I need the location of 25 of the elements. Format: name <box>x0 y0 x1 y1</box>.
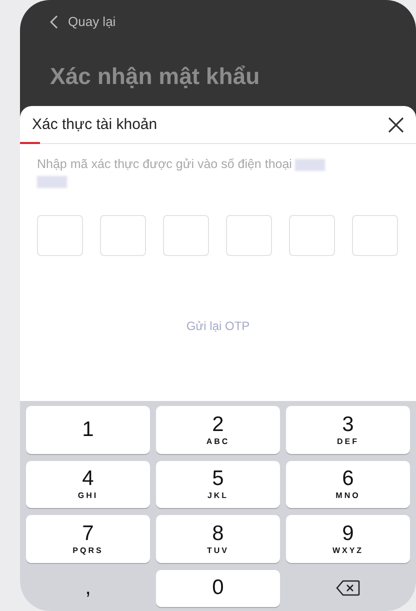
keypad-key[interactable]: 2 ABC <box>156 406 280 454</box>
otp-digit-field[interactable] <box>37 215 83 256</box>
keypad-key[interactable]: 4 GHI <box>26 460 150 508</box>
keypad-key[interactable]: 5 JKL <box>156 460 280 508</box>
otp-digit-field[interactable] <box>289 215 335 256</box>
keypad-key[interactable]: , <box>26 570 150 607</box>
back-icon <box>50 14 58 28</box>
keypad-key[interactable]: 1 <box>26 406 150 454</box>
keypad-key[interactable]: 3 DEF <box>286 406 410 454</box>
keypad-key[interactable]: 6 MNO <box>286 460 410 508</box>
sheet-title: Xác thực tài khoản <box>32 116 158 133</box>
otp-digit-field[interactable] <box>100 215 146 256</box>
back-button[interactable]: Quay lại <box>50 14 116 29</box>
keypad-key[interactable]: 8 TUV <box>156 515 280 562</box>
otp-digit-field[interactable] <box>226 215 272 256</box>
otp-digit-field[interactable] <box>352 215 398 256</box>
keypad-key[interactable]: 7 PQRS <box>26 515 150 562</box>
keypad-key[interactable]: 0 <box>156 570 280 607</box>
close-icon <box>388 116 404 132</box>
instruction-text: Nhập mã xác thực được gửi vào số điện thoại <box>20 144 416 190</box>
page-title: Xác nhận mật khẩu <box>50 63 261 90</box>
backspace-icon <box>336 580 360 596</box>
keypad-key[interactable]: 9 WXYZ <box>286 515 410 562</box>
otp-digit-field[interactable] <box>163 215 209 256</box>
close-button[interactable] <box>388 116 404 132</box>
